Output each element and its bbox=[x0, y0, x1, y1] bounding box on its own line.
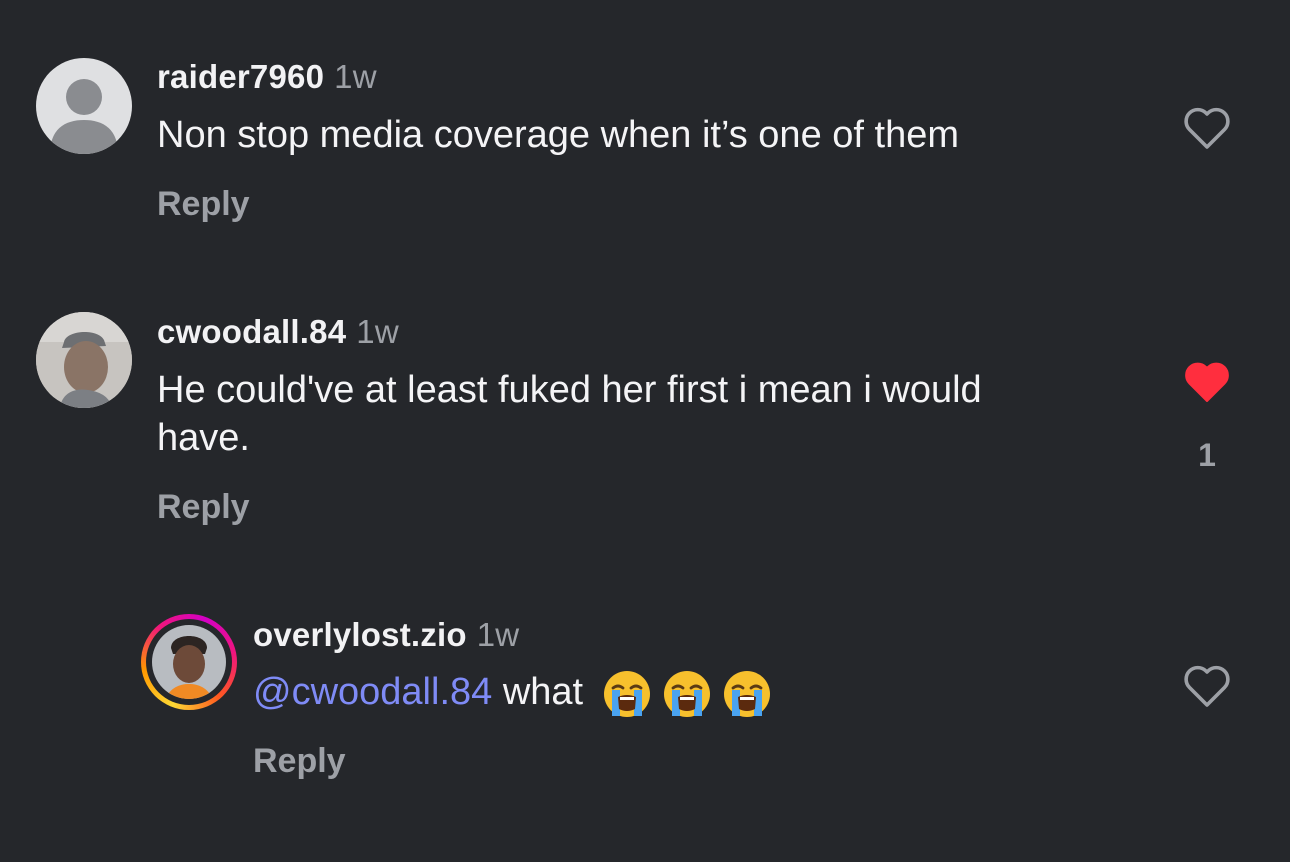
profile-photo-icon bbox=[36, 312, 132, 408]
comment-username[interactable]: cwoodall.84 1w bbox=[157, 313, 399, 351]
reply-button[interactable]: Reply bbox=[157, 185, 250, 224]
emoji-group bbox=[602, 669, 782, 719]
like-count[interactable]: 1 bbox=[1182, 437, 1232, 474]
comment-time: 1w bbox=[334, 58, 377, 95]
mention-link[interactable]: @cwoodall.84 bbox=[253, 671, 492, 713]
comment-text-line-2: have. bbox=[157, 417, 250, 459]
heart-filled-icon[interactable] bbox=[1182, 360, 1232, 409]
avatar-photo[interactable] bbox=[36, 312, 132, 408]
reply-text: @cwoodall.84 what bbox=[253, 668, 782, 719]
comment-username[interactable]: raider7960 1w bbox=[157, 58, 377, 96]
story-ring-avatar[interactable] bbox=[141, 614, 237, 710]
comment-text: Non stop media coverage when it’s one of… bbox=[157, 114, 959, 156]
heart-outline-icon[interactable] bbox=[1182, 106, 1232, 155]
comment-time: 1w bbox=[356, 313, 399, 350]
comments-panel: raider7960 1w Non stop media coverage whe… bbox=[0, 0, 1290, 862]
avatar-default[interactable] bbox=[36, 58, 132, 154]
loudly-crying-face-emoji bbox=[602, 669, 652, 719]
heart-outline-icon[interactable] bbox=[1182, 664, 1232, 713]
profile-photo-icon bbox=[152, 625, 226, 699]
reply-message: what bbox=[502, 671, 584, 713]
loudly-crying-face-emoji bbox=[662, 669, 712, 719]
reply-username[interactable]: overlylost.zio 1w bbox=[253, 616, 519, 654]
comment-text-line-1: He could've at least fuked her first i m… bbox=[157, 369, 982, 411]
reply-button[interactable]: Reply bbox=[253, 742, 346, 781]
reply-time: 1w bbox=[476, 616, 520, 653]
loudly-crying-face-emoji bbox=[722, 669, 772, 719]
reply-button[interactable]: Reply bbox=[157, 488, 250, 527]
user-placeholder-icon bbox=[50, 79, 118, 154]
